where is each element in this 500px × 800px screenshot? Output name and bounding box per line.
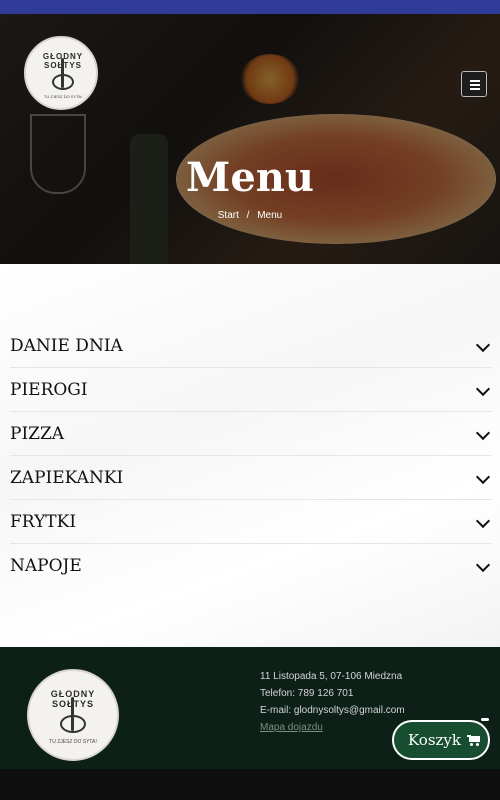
chevron-down-icon	[475, 425, 491, 441]
scroll-top-indicator	[481, 718, 489, 721]
category-danie-dnia[interactable]: DANIE DNIA	[10, 324, 492, 368]
chevron-down-icon	[475, 337, 491, 353]
category-label: ZAPIEKANKI	[10, 468, 124, 488]
bottom-bar	[0, 769, 500, 800]
category-label: FRYTKI	[10, 512, 77, 532]
hero-banner: GŁODNY SOŁTYS TU ZJESZ DO SYTA! Menu Sta…	[0, 14, 500, 264]
category-pierogi[interactable]: PIEROGI	[10, 368, 492, 412]
chevron-down-icon	[475, 513, 491, 529]
plate-icon	[60, 715, 86, 733]
footer-logo[interactable]: GŁODNY SOŁTYS TU ZJESZ DO SYTA!	[27, 669, 119, 761]
chevron-down-icon	[475, 557, 491, 573]
breadcrumb: Start / Menu	[0, 210, 500, 221]
page-title: Menu	[186, 154, 314, 201]
breadcrumb-separator: /	[246, 210, 250, 221]
category-label: DANIE DNIA	[10, 336, 123, 356]
plate-icon	[52, 74, 74, 90]
category-label: PIZZA	[10, 424, 65, 444]
chevron-down-icon	[475, 381, 491, 397]
cart-button[interactable]: Koszyk	[392, 720, 490, 760]
menu-categories: DANIE DNIA PIEROGI PIZZA ZAPIEKANKI FRYT…	[0, 264, 500, 647]
map-link[interactable]: Mapa dojazdu	[260, 719, 405, 736]
category-pizza[interactable]: PIZZA	[10, 412, 492, 456]
footer-address: 11 Listopada 5, 07-106 Miedzna	[260, 671, 403, 682]
menu-toggle-button[interactable]	[461, 71, 487, 97]
footer-contact: 11 Listopada 5, 07-106 Miedzna Telefon: …	[260, 668, 405, 736]
logo-slogan: TU ZJESZ DO SYTA!	[43, 94, 83, 99]
category-label: NAPOJE	[10, 556, 82, 576]
category-frytki[interactable]: FRYTKI	[10, 500, 492, 544]
breadcrumb-home-link[interactable]: Start	[218, 210, 239, 221]
site-logo[interactable]: GŁODNY SOŁTYS TU ZJESZ DO SYTA!	[24, 36, 98, 110]
category-zapiekanki[interactable]: ZAPIEKANKI	[10, 456, 492, 500]
category-napoje[interactable]: NAPOJE	[10, 544, 492, 588]
breadcrumb-current: Menu	[257, 210, 283, 221]
category-label: PIEROGI	[10, 380, 88, 400]
cart-label: Koszyk	[408, 731, 461, 749]
top-bar	[0, 0, 500, 14]
footer-email: E-mail: glodnysoltys@gmail.com	[260, 705, 405, 716]
cart-icon	[467, 735, 481, 746]
footer-phone: Telefon: 789 126 701	[260, 688, 354, 699]
chevron-down-icon	[475, 469, 491, 485]
logo-slogan: TU ZJESZ DO SYTA!	[49, 739, 97, 745]
